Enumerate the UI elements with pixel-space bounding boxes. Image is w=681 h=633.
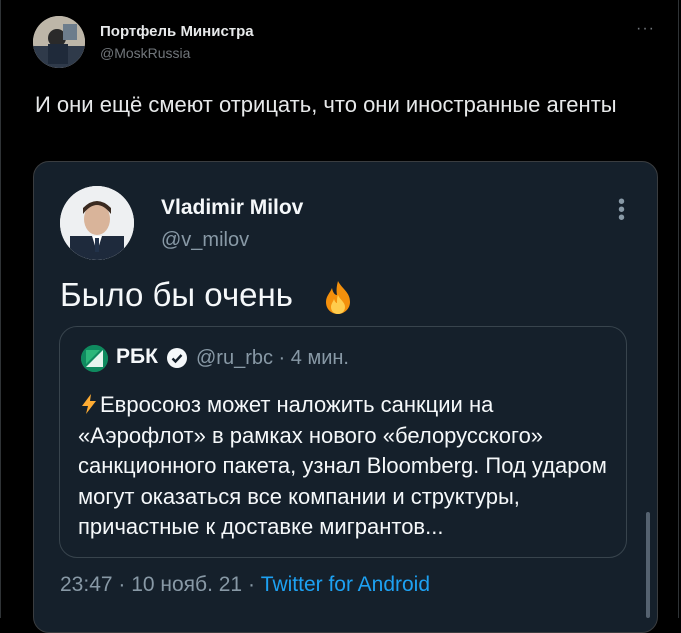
embedded-footer: 23:47 · 10 нояб. 21 · Twitter for Androi… xyxy=(60,573,430,597)
more-options-button[interactable]: ··· xyxy=(636,20,655,38)
lightning-icon xyxy=(82,394,96,414)
author-avatar[interactable] xyxy=(33,16,85,68)
author-name[interactable]: Портфель Министра xyxy=(100,23,254,40)
embedded-author-handle: @v_milov xyxy=(161,229,250,251)
quoted-tweet-text: Евросоюз может наложить санкции на «Аэро… xyxy=(78,390,618,543)
timestamp: 23:47 · 10 нояб. 21 · xyxy=(60,573,261,596)
quoted-text-body: Евросоюз может наложить санкции на «Аэро… xyxy=(78,392,607,539)
quoted-author-name: РБК xyxy=(116,345,158,368)
author-handle[interactable]: @MoskRussia xyxy=(100,45,190,61)
quoted-meta: @ru_rbc · 4 мин. xyxy=(196,347,349,369)
embedded-author-avatar xyxy=(60,186,134,260)
verified-icon xyxy=(167,348,187,368)
embedded-more-icon: • • • xyxy=(618,191,626,229)
scrollbar[interactable] xyxy=(646,512,650,618)
embedded-tweet-text: Было бы очень xyxy=(60,276,293,313)
embedded-author-name: Vladimir Milov xyxy=(161,196,304,219)
source-link: Twitter for Android xyxy=(260,573,431,596)
fire-icon xyxy=(326,281,350,314)
tweet-text: И они ещё смеют отрицать, что они иностр… xyxy=(35,92,617,117)
rbc-logo xyxy=(81,345,108,372)
